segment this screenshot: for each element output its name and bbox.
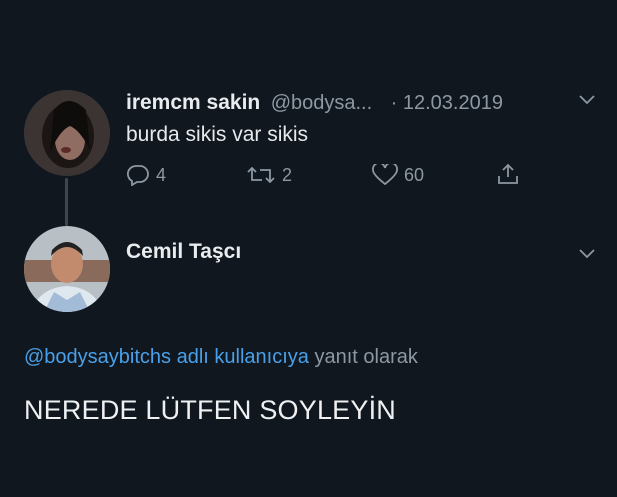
- retweet-button[interactable]: 2: [246, 164, 292, 186]
- reply-button[interactable]: 4: [126, 164, 166, 186]
- avatar-photo-woman: [24, 90, 110, 176]
- avatar-photo-man: [24, 226, 110, 312]
- tweet-header: iremcm sakin @bodysa... · 12.03.2019: [126, 91, 503, 115]
- share-icon: [498, 163, 518, 184]
- like-icon: [372, 164, 398, 186]
- author-handle[interactable]: @bodysa...: [271, 92, 372, 114]
- like-count: 60: [404, 164, 425, 185]
- tweet-date[interactable]: · 12.03.2019: [391, 92, 503, 114]
- replying-to-suffix: yanıt olarak: [314, 346, 418, 368]
- chevron-down-icon: [579, 249, 595, 259]
- replying-to-line: @bodysaybitchs adlı kullanıcıya yanıt ol…: [24, 346, 418, 369]
- like-button[interactable]: 60: [372, 164, 424, 186]
- share-button[interactable]: [496, 162, 520, 186]
- avatar-reply-author[interactable]: [24, 226, 110, 312]
- chevron-down-icon: [579, 95, 595, 105]
- reply-count: 4: [156, 164, 167, 185]
- reply-menu-button[interactable]: [578, 247, 596, 266]
- reply-icon: [126, 165, 149, 186]
- reply-text: NEREDE LÜTFEN SOYLEYİN: [24, 395, 396, 425]
- retweet-icon: [247, 166, 275, 184]
- replying-to-mention-link[interactable]: @bodysaybitchs adlı kullanıcıya: [24, 346, 309, 368]
- retweet-count: 2: [282, 164, 293, 185]
- thread-connector-line: [65, 178, 68, 226]
- tweet-menu-button[interactable]: [578, 93, 596, 112]
- reply-author-display-name[interactable]: Cemil Taşcı: [126, 240, 241, 264]
- avatar-original-author[interactable]: [24, 90, 110, 176]
- tweet-text: burda sikis var sikis: [126, 123, 309, 146]
- author-display-name[interactable]: iremcm sakin: [126, 91, 260, 114]
